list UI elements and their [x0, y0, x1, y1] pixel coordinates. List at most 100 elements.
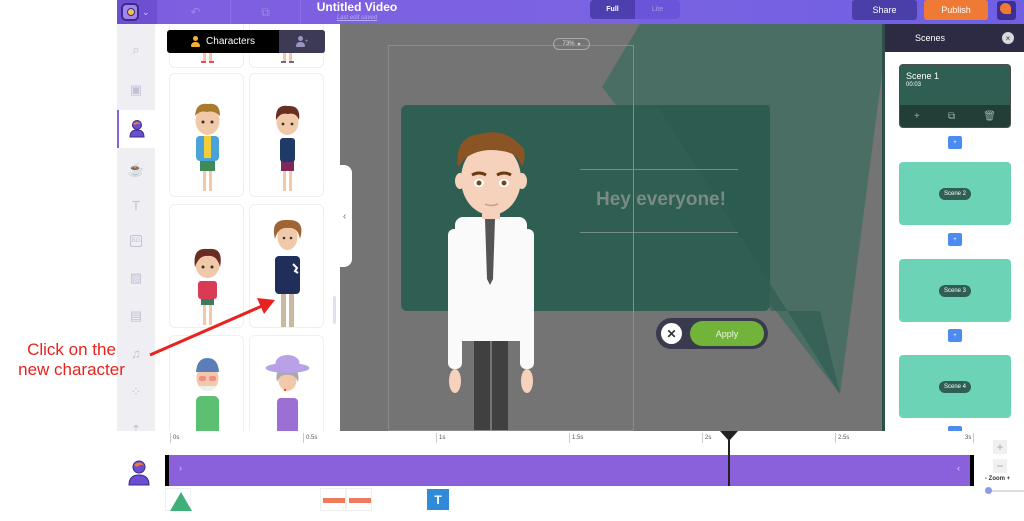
ruler-tick: 2s [702, 433, 711, 443]
character-thumbnail [265, 355, 310, 431]
video-title[interactable]: Untitled Video [297, 0, 417, 15]
timeline-zoom-in-button[interactable]: + [993, 440, 1007, 454]
background-icon: BG [129, 235, 143, 247]
character-track-icon [128, 460, 150, 486]
board-overlay [657, 105, 840, 394]
headline-text[interactable]: Hey everyone! [582, 189, 740, 211]
effect-motion[interactable] [346, 488, 372, 511]
ruler-tick: 0s [170, 433, 179, 443]
rail-search[interactable]: ⌕ [117, 30, 155, 68]
text-guide-bottom [580, 232, 738, 233]
image-icon: ▨ [129, 269, 143, 285]
scene-name: Scene 3 [938, 284, 972, 297]
caret-down-icon: ▾ [577, 41, 581, 48]
playhead-line[interactable] [728, 431, 730, 486]
scene-card-4[interactable]: Scene 4 [899, 355, 1011, 418]
canvas-zoom-select[interactable]: 73% ▾ [553, 38, 590, 50]
cancel-button[interactable]: ✕ [661, 323, 682, 344]
track-end-handle[interactable]: ‹ [957, 463, 960, 473]
character-thumbnail [195, 103, 220, 191]
user-avatar[interactable] [997, 1, 1016, 20]
effect-text[interactable]: T [426, 488, 452, 511]
video-icon: ▤ [129, 307, 143, 323]
custom-character-icon [295, 36, 305, 47]
top-bar: ⌄ ↶ ⧉ Untitled Video Last edit saved Ful… [117, 0, 1024, 24]
scene-card-1[interactable]: Scene 1 00:03 + ⧉ 🗑 [899, 64, 1011, 128]
tab-characters-label: Characters [206, 36, 255, 47]
character-card-boy-red-shirt[interactable] [169, 204, 244, 328]
text-effect-icon: T [427, 489, 449, 510]
character-card-curly-hair-man-navy-sweater[interactable] [249, 204, 324, 328]
app-logo-icon [121, 3, 139, 21]
tab-custom-characters[interactable]: + [279, 30, 325, 53]
mode-full-button[interactable]: Full [590, 0, 635, 19]
character-track-bar[interactable]: › ‹ [165, 455, 974, 486]
text-guide-top [580, 169, 738, 170]
panel-scrollbar[interactable] [333, 296, 336, 324]
annotation-line-2: new character [18, 360, 125, 379]
collapse-panel-button[interactable]: ‹ [337, 165, 352, 267]
rail-text[interactable]: T [117, 186, 155, 224]
app-menu-button[interactable]: ⌄ [117, 0, 157, 24]
scene-icon: ▣ [129, 81, 143, 97]
scene-actions: + ⧉ 🗑 [900, 105, 1010, 127]
tab-characters[interactable]: Characters [167, 30, 279, 53]
character-tabs: Characters + [167, 30, 325, 53]
rail-video[interactable]: ▤ [117, 296, 155, 334]
close-icon: × [1005, 33, 1011, 43]
search-icon: ⌕ [132, 41, 140, 57]
scene-card-2[interactable]: Scene 2 [899, 162, 1011, 225]
publish-button[interactable]: Publish [924, 0, 988, 20]
scene-duration: 00:03 [906, 82, 922, 88]
character-card-old-woman-purple-hat[interactable] [249, 335, 324, 431]
add-scene-button[interactable]: + [948, 233, 962, 246]
add-scene-button[interactable]: + [948, 136, 962, 149]
mode-toggle: Full Lite [590, 0, 680, 19]
character-thumbnail [194, 248, 221, 325]
effect-motion[interactable] [320, 488, 346, 511]
character-thumbnail [275, 105, 300, 191]
character-card-boy-blue-jacket[interactable] [169, 73, 244, 197]
character-card-old-man-cap[interactable] [169, 335, 244, 431]
scenes-close-button[interactable]: × [1002, 32, 1014, 44]
apply-button[interactable]: Apply [690, 321, 764, 346]
rail-characters[interactable] [117, 110, 155, 148]
mode-lite-button[interactable]: Lite [635, 0, 680, 19]
add-scene-button[interactable]: + [948, 329, 962, 342]
undo-button[interactable]: ↶ [161, 0, 231, 24]
effects-icon: ⁘ [130, 383, 142, 399]
duplicate-icon[interactable]: ⧉ [948, 111, 955, 122]
character-thumbnail [196, 358, 219, 431]
rail-background[interactable]: BG [117, 222, 155, 260]
trash-icon[interactable]: 🗑 [983, 111, 996, 122]
effect-enter[interactable] [165, 488, 192, 511]
timeline-zoom-out-button[interactable]: − [993, 459, 1007, 473]
ruler-tick: 1.5s [569, 433, 583, 443]
props-cup-icon: ☕ [127, 161, 145, 177]
character-icon [129, 120, 145, 138]
rail-images[interactable]: ▨ [117, 258, 155, 296]
character-card-boy-tank-top[interactable] [249, 73, 324, 197]
save-status: Last edit saved [336, 15, 378, 21]
canvas-zoom-value: 73% [562, 41, 575, 47]
scene-card-3[interactable]: Scene 3 [899, 259, 1011, 322]
undo-icon: ↶ [190, 5, 201, 19]
stage-canvas[interactable]: Hey everyone! 73% ▾ ✕ Apply [340, 24, 882, 431]
track-start-handle[interactable]: › [179, 463, 182, 473]
scenes-header: Scenes × [885, 24, 1024, 52]
scene-name: Scene 2 [938, 187, 972, 200]
add-icon[interactable]: + [914, 111, 920, 122]
enter-effect-icon [170, 492, 192, 511]
chevron-down-icon: ⌄ [142, 6, 150, 17]
selected-character[interactable] [440, 119, 540, 431]
ruler-tick: 2.5s [835, 433, 849, 443]
app-root: ⌄ ↶ ⧉ Untitled Video Last edit saved Ful… [0, 0, 1024, 521]
zoom-slider-thumb[interactable] [985, 487, 992, 494]
rail-props[interactable]: ☕ [117, 150, 155, 188]
timeline-zoom-slider[interactable] [985, 487, 1024, 494]
share-button[interactable]: Share [852, 0, 917, 20]
scenes-panel: Scenes × Scene 1 00:03 + ⧉ 🗑 + Scene 2 +… [882, 24, 1024, 431]
duplicate-button[interactable]: ⧉ [231, 0, 301, 24]
text-icon: T [132, 197, 140, 213]
rail-scenes[interactable]: ▣ [117, 70, 155, 108]
